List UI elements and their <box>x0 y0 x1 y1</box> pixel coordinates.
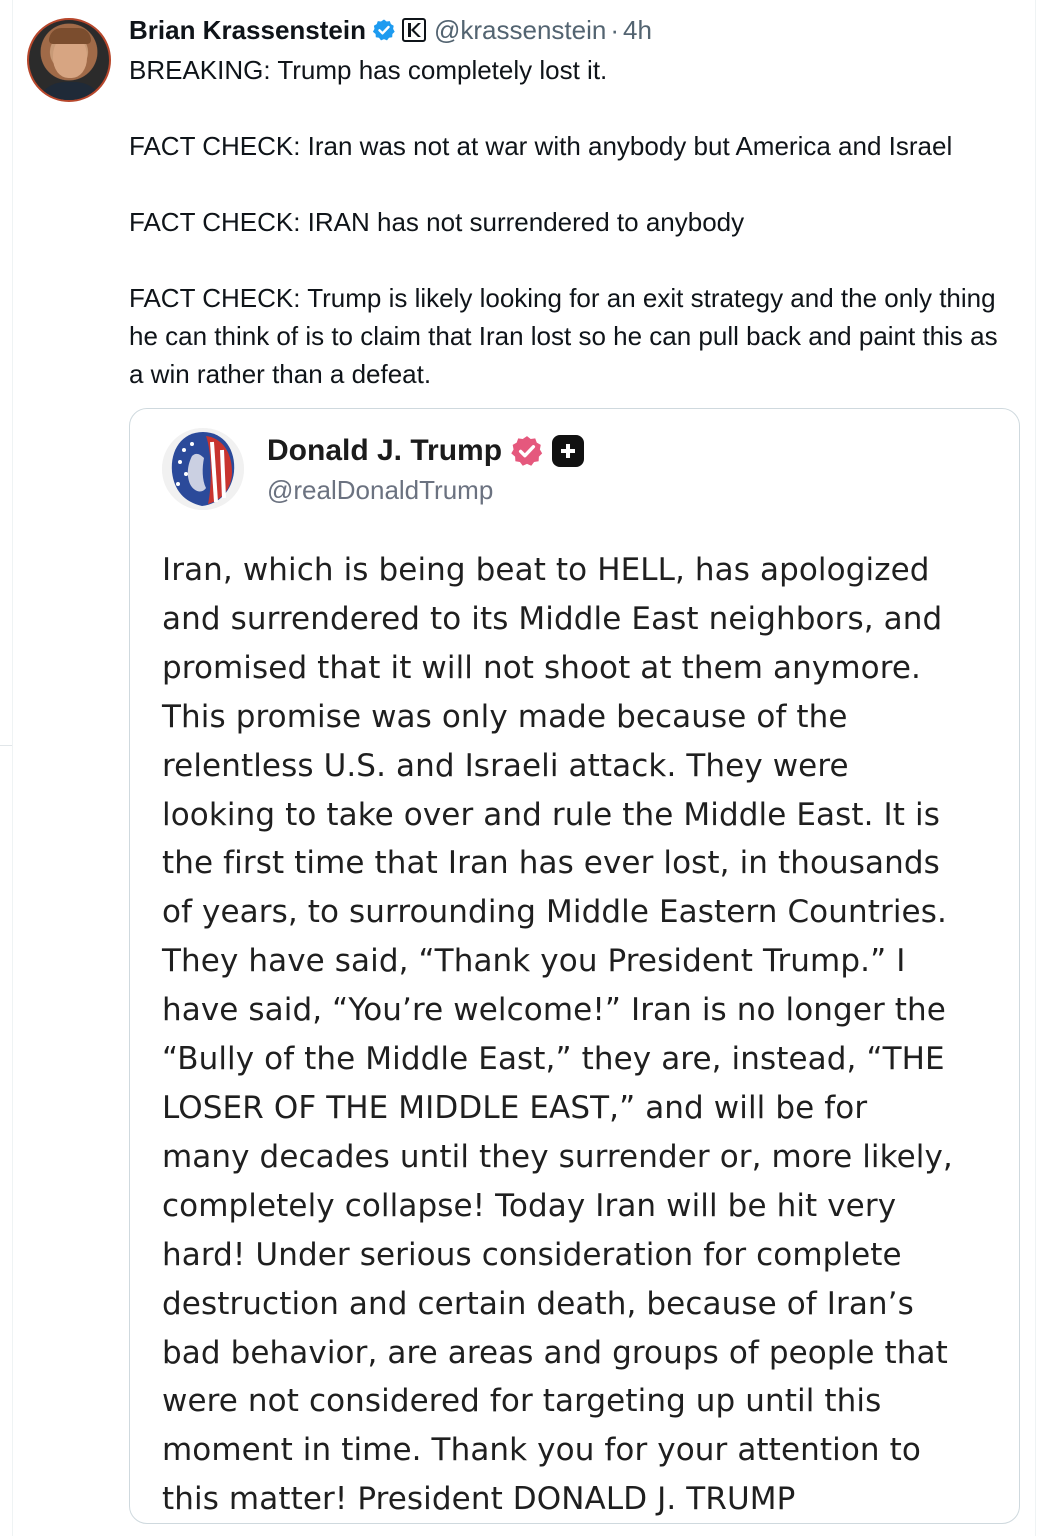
quoted-author-name[interactable]: Donald J. Trump <box>267 434 502 468</box>
author-avatar[interactable] <box>27 18 111 102</box>
quoted-text-line: destruction and certain death, because o… <box>162 1285 914 1322</box>
author-name[interactable]: Brian Krassenstein <box>129 15 366 46</box>
tweet-paragraph: FACT CHECK: IRAN has not surrendered to … <box>129 207 745 237</box>
quoted-text-line: have said, “You’re welcome!” Iran is no … <box>162 992 946 1029</box>
quoted-text-line: hard! Under serious consideration for co… <box>162 1236 902 1273</box>
quoted-post-body: Iran, which is being beat to HELL, has a… <box>162 546 1007 1524</box>
quoted-text-line: the first time that Iran has ever lost, … <box>162 845 940 882</box>
quoted-text-line: were not considered for targeting up unt… <box>162 1383 882 1420</box>
timeline-border-right <box>1035 0 1036 1536</box>
quoted-text-line: many decades until they surrender or, mo… <box>162 1138 953 1175</box>
quoted-text-line: this matter! President DONALD J. TRUMP <box>162 1481 796 1518</box>
timeline-border-left <box>12 0 13 1536</box>
tweet-timestamp[interactable]: 4h <box>623 15 652 46</box>
affiliate-k-icon[interactable] <box>401 18 426 42</box>
quoted-text-line: “Bully of the Middle East,” they are, in… <box>162 1041 945 1078</box>
plus-badge-icon <box>552 435 585 467</box>
quoted-text-line: relentless U.S. and Israeli attack. They… <box>162 747 849 784</box>
quoted-author-handle[interactable]: @realDonaldTrump <box>267 475 493 506</box>
tweet-text: BREAKING: Trump has completely lost it. … <box>129 51 1019 393</box>
quoted-text-line: of years, to surrounding Middle Eastern … <box>162 894 947 931</box>
quoted-text-line: They have said, “Thank you President Tru… <box>162 943 906 980</box>
quoted-author-row: Donald J. Trump <box>267 429 585 473</box>
author-handle[interactable]: @krassenstein <box>434 15 606 46</box>
timeline-divider <box>0 745 12 746</box>
quoted-text-line: completely collapse! Today Iran will be … <box>162 1187 897 1224</box>
meta-separator: · <box>610 14 620 45</box>
tweet-paragraph: FACT CHECK: Trump is likely looking for … <box>129 283 998 389</box>
tweet-header: Brian Krassenstein @krassenstein · 4h <box>129 10 652 50</box>
quoted-text-line: This promise was only made because of th… <box>162 698 848 735</box>
quoted-text-line: promised that it will not shoot at them … <box>162 649 921 686</box>
quoted-text-line: Iran, which is being beat to HELL, has a… <box>162 552 930 588</box>
quoted-author-avatar[interactable] <box>162 428 244 510</box>
verified-rosette-icon <box>510 434 544 468</box>
verified-badge-icon[interactable] <box>372 18 396 42</box>
quoted-text-line: looking to take over and rule the Middle… <box>162 796 940 833</box>
tweet-paragraph: FACT CHECK: Iran was not at war with any… <box>129 131 953 161</box>
quoted-text-line: and surrendered to its Middle East neigh… <box>162 600 943 637</box>
tweet[interactable]: Brian Krassenstein @krassenstein · 4h BR… <box>0 0 1048 1536</box>
quoted-text-line: bad behavior, are areas and groups of pe… <box>162 1334 948 1371</box>
tweet-paragraph: BREAKING: Trump has completely lost it. <box>129 55 608 85</box>
quoted-text-line: moment in time. Thank you for your atten… <box>162 1432 921 1469</box>
quoted-post-card[interactable]: Donald J. Trump @realDonaldTrump Iran, w… <box>129 408 1020 1524</box>
quoted-text-line: LOSER OF THE MIDDLE EAST,” and will be f… <box>162 1089 868 1126</box>
